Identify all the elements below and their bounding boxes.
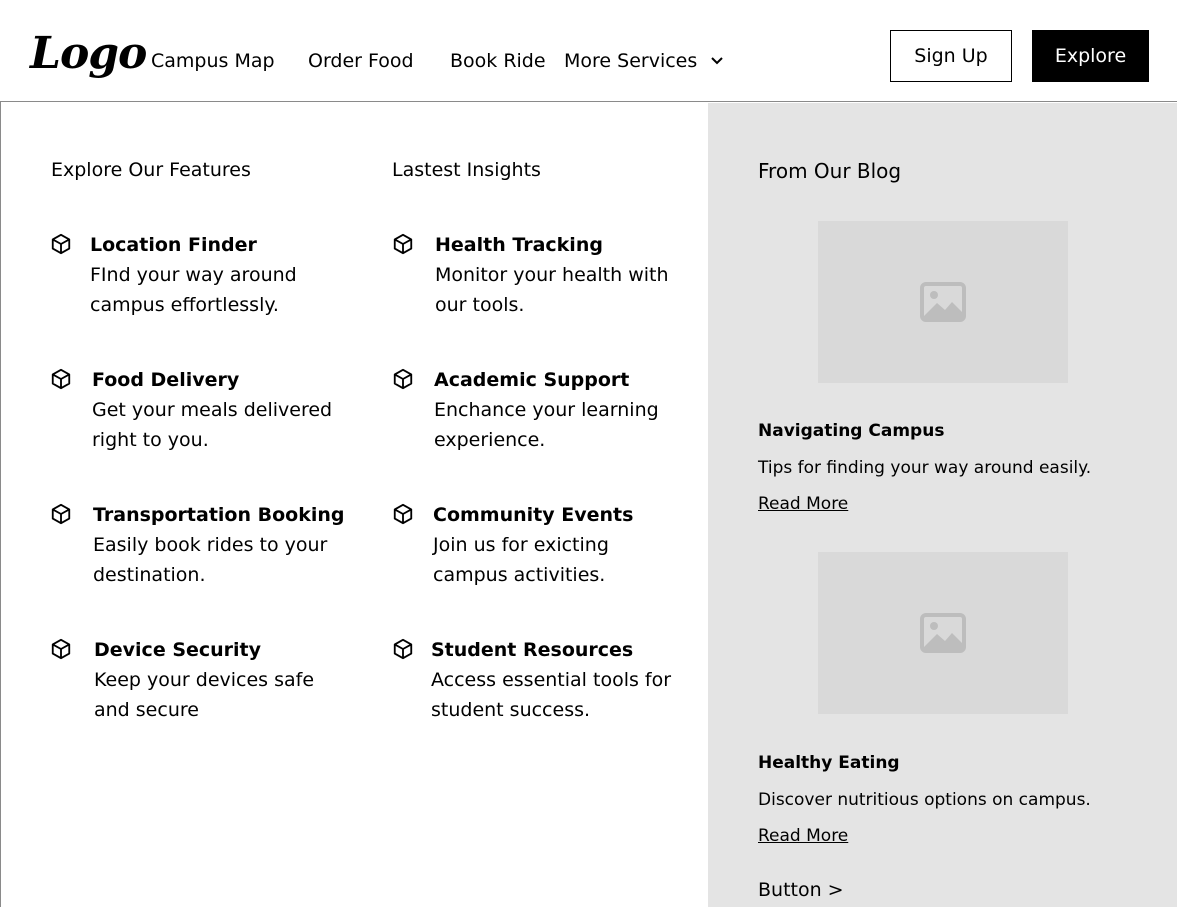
- blog-heading: From Our Blog: [758, 159, 902, 183]
- feature-title: Location Finder: [90, 234, 257, 256]
- cube-icon: [51, 368, 71, 390]
- cube-icon: [393, 503, 413, 525]
- divider: [0, 102, 1, 907]
- image-placeholder-icon: [920, 613, 966, 653]
- feature-title: Device Security: [94, 639, 262, 661]
- logo[interactable]: Logo: [30, 26, 147, 82]
- cube-icon: [51, 638, 71, 660]
- insight-description: Access essential tools for student succe…: [431, 669, 672, 721]
- feature-title: Food Delivery: [92, 369, 240, 391]
- blog-post-title: Healthy Eating: [758, 753, 900, 773]
- features-heading: Explore Our Features: [51, 159, 251, 181]
- insight-description: Join us for exicting campus activities.: [433, 534, 609, 586]
- read-more-link[interactable]: Read More: [758, 824, 848, 848]
- nav-link-order-food[interactable]: Order Food: [308, 48, 414, 74]
- read-more-link[interactable]: Read More: [758, 492, 848, 516]
- feature-description: Easily book rides to your destination.: [93, 534, 328, 586]
- insight-description: Monitor your health with our tools.: [435, 264, 669, 316]
- insight-title: Student Resources: [431, 639, 634, 661]
- insight-title: Community Events: [433, 504, 634, 526]
- insights-heading: Lastest Insights: [392, 159, 541, 181]
- blog-more-button[interactable]: Button >: [758, 877, 844, 903]
- feature-description: FInd your way around campus effortlessly…: [90, 264, 297, 316]
- nav-link-campus-map[interactable]: Campus Map: [151, 48, 275, 74]
- cube-icon: [393, 233, 413, 255]
- insight-title: Health Tracking: [435, 234, 603, 256]
- insight-title: Academic Support: [434, 369, 630, 391]
- chevron-down-icon: [711, 57, 724, 65]
- feature-description: Keep your devices safe and secure: [94, 669, 315, 721]
- blog-post-description: Tips for finding your way around easily.: [758, 458, 1092, 478]
- explore-button[interactable]: Explore: [1032, 30, 1149, 82]
- cube-icon: [51, 233, 71, 255]
- blog-post-image[interactable]: [818, 552, 1068, 714]
- sign-up-button[interactable]: Sign Up: [890, 30, 1012, 82]
- image-placeholder-icon: [920, 282, 966, 322]
- cube-icon: [393, 638, 413, 660]
- blog-post-description: Discover nutritious options on campus.: [758, 790, 1091, 810]
- cube-icon: [51, 503, 71, 525]
- insight-description: Enchance your learning experience.: [434, 399, 659, 451]
- feature-title: Transportation Booking: [93, 504, 345, 526]
- navbar: Logo Campus Map Order Food Book Ride Mor…: [0, 0, 1177, 102]
- blog-panel: From Our Blog Navigating Campus Tips for…: [708, 103, 1177, 907]
- blog-post-image[interactable]: [818, 221, 1068, 383]
- nav-link-book-ride[interactable]: Book Ride: [450, 48, 546, 74]
- blog-post-title: Navigating Campus: [758, 421, 945, 441]
- nav-dropdown-more-services[interactable]: More Services: [564, 48, 724, 74]
- feature-description: Get your meals delivered right to you.: [92, 399, 333, 451]
- cube-icon: [393, 368, 413, 390]
- nav-dropdown-label: More Services: [564, 50, 698, 72]
